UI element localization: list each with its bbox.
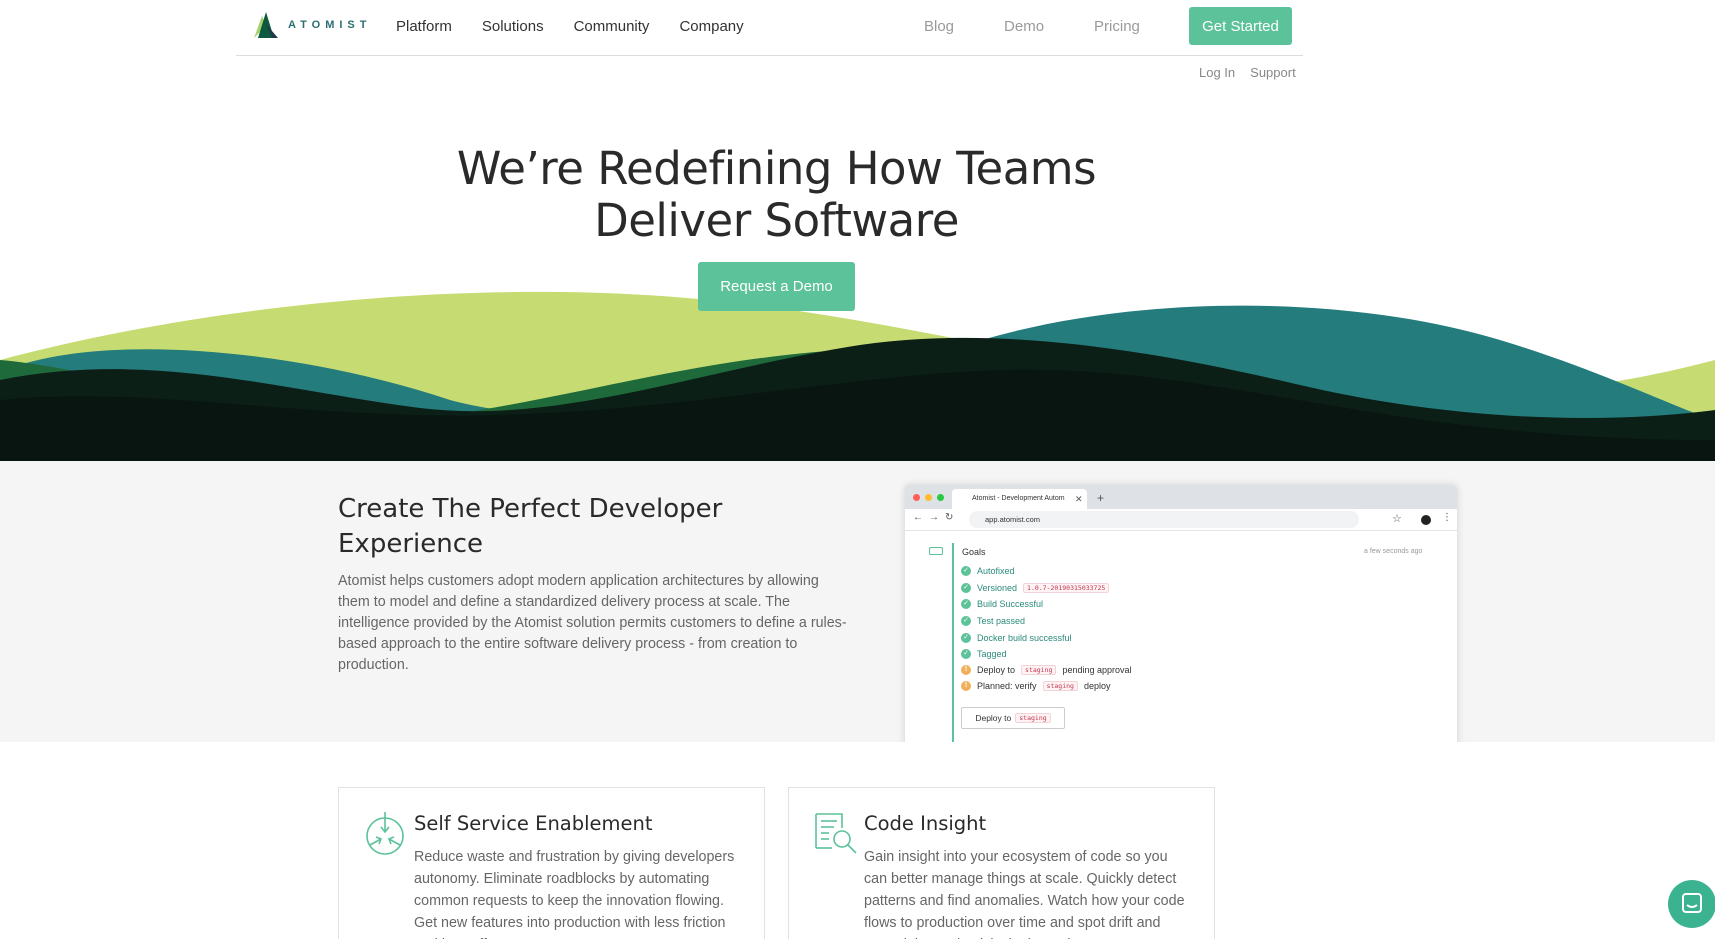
section-title: Create The Perfect Developer Experience <box>338 494 723 559</box>
deploy-button-label: Deploy to <box>975 713 1012 723</box>
goal-label: Build Successful <box>977 599 1044 609</box>
target-arrows-icon <box>364 812 406 861</box>
goal-label: Deploy to <box>977 665 1016 675</box>
goal-label: Versioned <box>977 583 1018 593</box>
nav-demo[interactable]: Demo <box>1004 18 1044 35</box>
goal-item: ✓ Test passed <box>961 614 1025 628</box>
star-icon: ☆ <box>1392 513 1402 525</box>
goal-item-pending: ! Deploy to staging pending approval <box>961 663 1132 677</box>
feature-card-code-insight: Code Insight Gain insight into your ecos… <box>788 787 1215 939</box>
check-icon: ✓ <box>961 616 971 626</box>
logo-text: ATOMIST <box>288 19 372 31</box>
env-code: staging <box>1021 665 1057 675</box>
goals-time: a few seconds ago <box>1364 548 1423 555</box>
mockup-content: Goals a few seconds ago ✓ Autofixed ✓ Ve… <box>905 531 1457 742</box>
goal-label: Autofixed <box>977 566 1015 576</box>
tab-close-icon: ✕ <box>1075 494 1083 504</box>
avatar <box>1421 515 1431 525</box>
new-tab-icon: + <box>1097 491 1105 505</box>
chat-launcher-button[interactable] <box>1668 880 1715 928</box>
nav-pricing[interactable]: Pricing <box>1094 18 1140 35</box>
goal-label-suffix: deploy <box>1083 681 1111 691</box>
check-icon: ✓ <box>961 566 971 576</box>
goal-item: ✓ Versioned 1.0.7-20190315033725 <box>961 581 1110 595</box>
goals-bar <box>952 543 954 742</box>
check-icon: ✓ <box>961 649 971 659</box>
goal-label: Tagged <box>977 649 1007 659</box>
goal-item-planned: ! Planned: verify staging deploy <box>961 679 1110 693</box>
secondary-nav: Blog Demo Pricing <box>924 18 1140 35</box>
hero-title: We’re Redefining How Teams Deliver Softw… <box>0 143 1553 247</box>
site-header: ATOMIST Platform Solutions Community Com… <box>236 0 1303 56</box>
goal-label: Docker build successful <box>977 633 1072 643</box>
hero-waves <box>0 291 1715 461</box>
check-icon: ✓ <box>961 633 971 643</box>
browser-nav-icons: ←→↻ <box>913 512 960 523</box>
sub-nav: Log In Support <box>1199 65 1296 80</box>
nav-community[interactable]: Community <box>574 18 650 35</box>
card-body: Gain insight into your ecosystem of code… <box>864 849 1185 939</box>
login-link[interactable]: Log In <box>1199 65 1235 80</box>
maximize-dot <box>937 494 944 501</box>
goal-label: Planned: verify <box>977 681 1037 691</box>
request-demo-button[interactable]: Request a Demo <box>698 262 855 311</box>
card-body: Reduce waste and frustration by giving d… <box>414 849 735 939</box>
minimize-dot <box>925 494 932 501</box>
card-title: Self Service Enablement <box>414 812 653 835</box>
env-code: staging <box>1042 681 1078 691</box>
goal-label-suffix: pending approval <box>1062 665 1132 675</box>
mockup-addressbar: ←→↻ app.atomist.com ☆ ⋮ <box>905 509 1457 531</box>
mockup-tab: Atomist - Development Autom <box>952 489 1087 509</box>
env-code: staging <box>1015 713 1051 723</box>
goal-item: ✓ Build Successful <box>961 597 1043 611</box>
nav-company[interactable]: Company <box>679 18 743 35</box>
hero-title-line2: Deliver Software <box>594 194 959 247</box>
goal-label: Test passed <box>977 616 1026 626</box>
check-icon: ✓ <box>961 599 971 609</box>
mockup-tabbar: Atomist - Development Autom ✕ + <box>905 485 1457 509</box>
pipeline-icon <box>929 547 943 555</box>
close-dot <box>913 494 920 501</box>
main-nav: Platform Solutions Community Company <box>396 18 744 35</box>
atomist-logo[interactable]: ATOMIST <box>252 10 371 40</box>
support-link[interactable]: Support <box>1250 65 1296 80</box>
warning-icon: ! <box>961 665 971 675</box>
warning-icon: ! <box>961 681 971 691</box>
nav-solutions[interactable]: Solutions <box>482 18 544 35</box>
document-search-icon <box>814 812 858 859</box>
version-code: 1.0.7-20190315033725 <box>1023 583 1110 593</box>
goal-item: ✓ Autofixed <box>961 564 1015 578</box>
hero-title-line1: We’re Redefining How Teams <box>456 142 1097 195</box>
check-icon: ✓ <box>961 583 971 593</box>
section-body: Atomist helps customers adopt modern app… <box>338 573 847 673</box>
chat-icon <box>1682 893 1702 913</box>
deploy-staging-button[interactable]: Deploy to staging <box>961 707 1065 729</box>
nav-blog[interactable]: Blog <box>924 18 954 35</box>
goal-item: ✓ Docker build successful <box>961 631 1072 645</box>
feature-card-self-service: Self Service Enablement Reduce waste and… <box>338 787 765 939</box>
mockup-url: app.atomist.com <box>969 511 1359 528</box>
atomist-logo-icon <box>254 12 278 38</box>
browser-mockup: Atomist - Development Autom ✕ + ←→↻ app.… <box>905 485 1457 742</box>
menu-dots-icon: ⋮ <box>1442 512 1452 523</box>
get-started-button[interactable]: Get Started <box>1189 7 1292 45</box>
nav-platform[interactable]: Platform <box>396 18 452 35</box>
goal-item: ✓ Tagged <box>961 647 1007 661</box>
goals-title: Goals <box>962 547 986 557</box>
developer-experience-section: Create The Perfect Developer Experience … <box>0 461 1715 742</box>
card-title: Code Insight <box>864 812 987 835</box>
